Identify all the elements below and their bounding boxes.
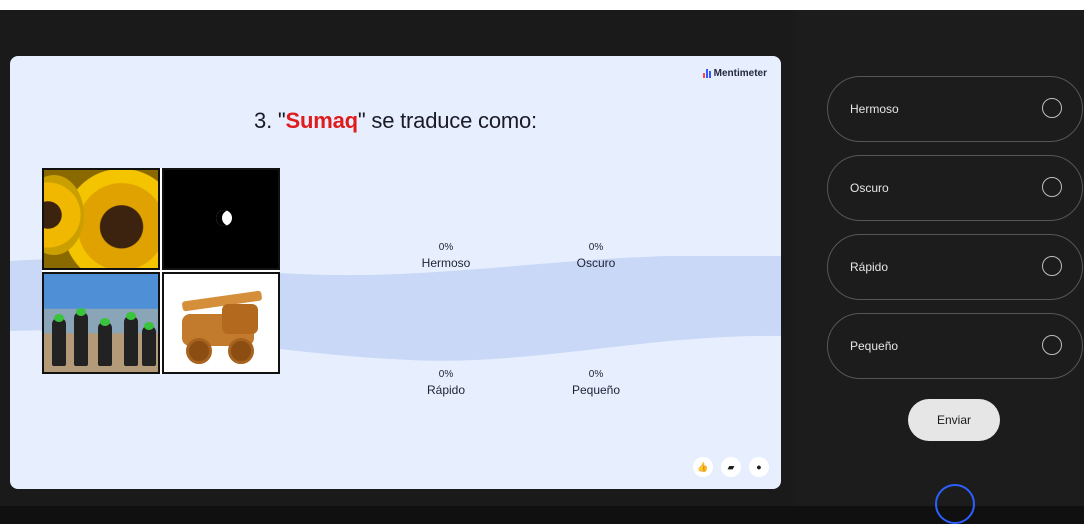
result-label: Oscuro: [576, 256, 616, 270]
thumbs-up-icon[interactable]: 👍: [693, 457, 713, 477]
brand-name: Mentimeter: [713, 68, 767, 79]
moon-image: [162, 168, 280, 270]
choice-label: Rápido: [850, 260, 889, 274]
result-oscuro: 0% Oscuro: [536, 242, 656, 270]
radio-icon[interactable]: [1042, 98, 1062, 118]
result-percent: 0%: [438, 242, 454, 253]
submit-button[interactable]: Enviar: [908, 399, 1000, 441]
comment-icon[interactable]: ▰: [721, 457, 741, 477]
image-grid: [42, 168, 280, 374]
question-prefix: 3. ": [254, 108, 286, 133]
result-percent: 0%: [438, 369, 454, 380]
radio-icon[interactable]: [1042, 256, 1062, 276]
mentimeter-logo: Mentimeter: [702, 68, 767, 79]
bar-chart-icon: [702, 69, 711, 78]
choice-label: Oscuro: [850, 181, 889, 195]
question-keyword: Sumaq: [285, 108, 359, 133]
choice-hermoso[interactable]: Hermoso: [827, 76, 1083, 142]
voting-panel: Hermoso Oscuro Rápido Pequeño Enviar: [796, 10, 1084, 524]
slide: Mentimeter 3. "Sumaq" se traduce como: 0…: [10, 56, 781, 489]
result-label: Pequeño: [571, 383, 621, 397]
wooden-toy-image: [162, 272, 280, 374]
question-suffix: " se traduce como:: [357, 108, 537, 133]
top-band: [0, 0, 1084, 10]
radio-icon[interactable]: [1042, 177, 1062, 197]
result-label: Hermoso: [421, 256, 471, 270]
choice-label: Pequeño: [850, 339, 899, 353]
presentation-stage: Mentimeter 3. "Sumaq" se traduce como: 0…: [0, 10, 796, 506]
choice-rapido[interactable]: Rápido: [827, 234, 1083, 300]
result-pequeno: 0% Pequeño: [536, 369, 656, 397]
result-hermoso: 0% Hermoso: [386, 242, 506, 270]
result-percent: 0%: [588, 369, 604, 380]
reaction-buttons: 👍 ▰ ●: [693, 457, 769, 477]
result-percent: 0%: [588, 242, 604, 253]
runners-image: [42, 272, 160, 374]
choice-oscuro[interactable]: Oscuro: [827, 155, 1083, 221]
radio-icon[interactable]: [1042, 335, 1062, 355]
result-rapido: 0% Rápido: [386, 369, 506, 397]
choice-label: Hermoso: [850, 102, 899, 116]
question-title: 3. "Sumaq" se traduce como:: [10, 108, 781, 134]
user-icon[interactable]: ●: [749, 457, 769, 477]
choice-pequeno[interactable]: Pequeño: [827, 313, 1083, 379]
sunflowers-image: [42, 168, 160, 270]
result-label: Rápido: [426, 383, 466, 397]
add-icon[interactable]: [935, 484, 975, 524]
